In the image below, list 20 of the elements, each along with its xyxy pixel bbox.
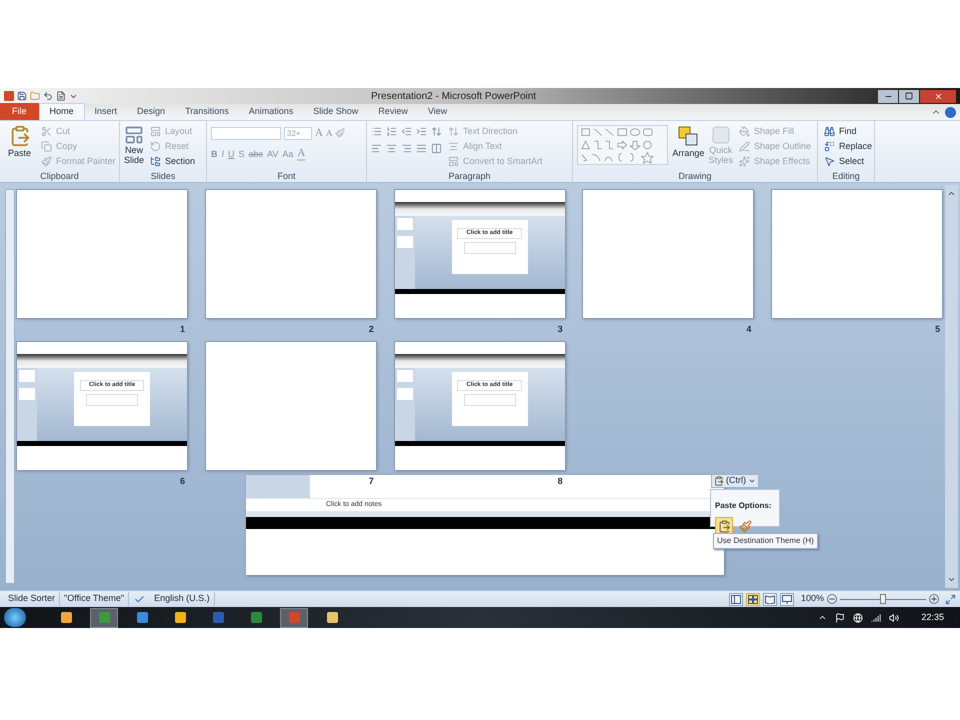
group-label: Paragraph <box>447 170 492 182</box>
slide-number: 6 <box>180 475 185 488</box>
group-label: Clipboard <box>39 170 80 182</box>
slide-number: 5 <box>935 323 940 336</box>
window-title: Presentation2 - Microsoft PowerPoint <box>371 90 536 104</box>
tooltip: Use Destination Theme (H) <box>713 533 818 549</box>
slide-number: 1 <box>180 323 185 336</box>
group-label: Font <box>276 170 296 182</box>
status-text: Slide Sorter <box>4 592 60 606</box>
group-label: Drawing <box>677 170 712 182</box>
slide-number: 2 <box>368 323 374 336</box>
slide-number: 3 <box>558 323 563 336</box>
status-text: English (U.S.) <box>150 592 215 606</box>
status-text: "Office Theme" <box>60 592 130 606</box>
group-label: Editing <box>831 170 861 182</box>
slide-number: 8 <box>558 475 563 488</box>
slide-number: 7 <box>368 475 374 488</box>
clock: 22:35 <box>921 610 944 624</box>
slide-number: 4 <box>746 323 752 336</box>
group-label: Slides <box>150 170 176 182</box>
